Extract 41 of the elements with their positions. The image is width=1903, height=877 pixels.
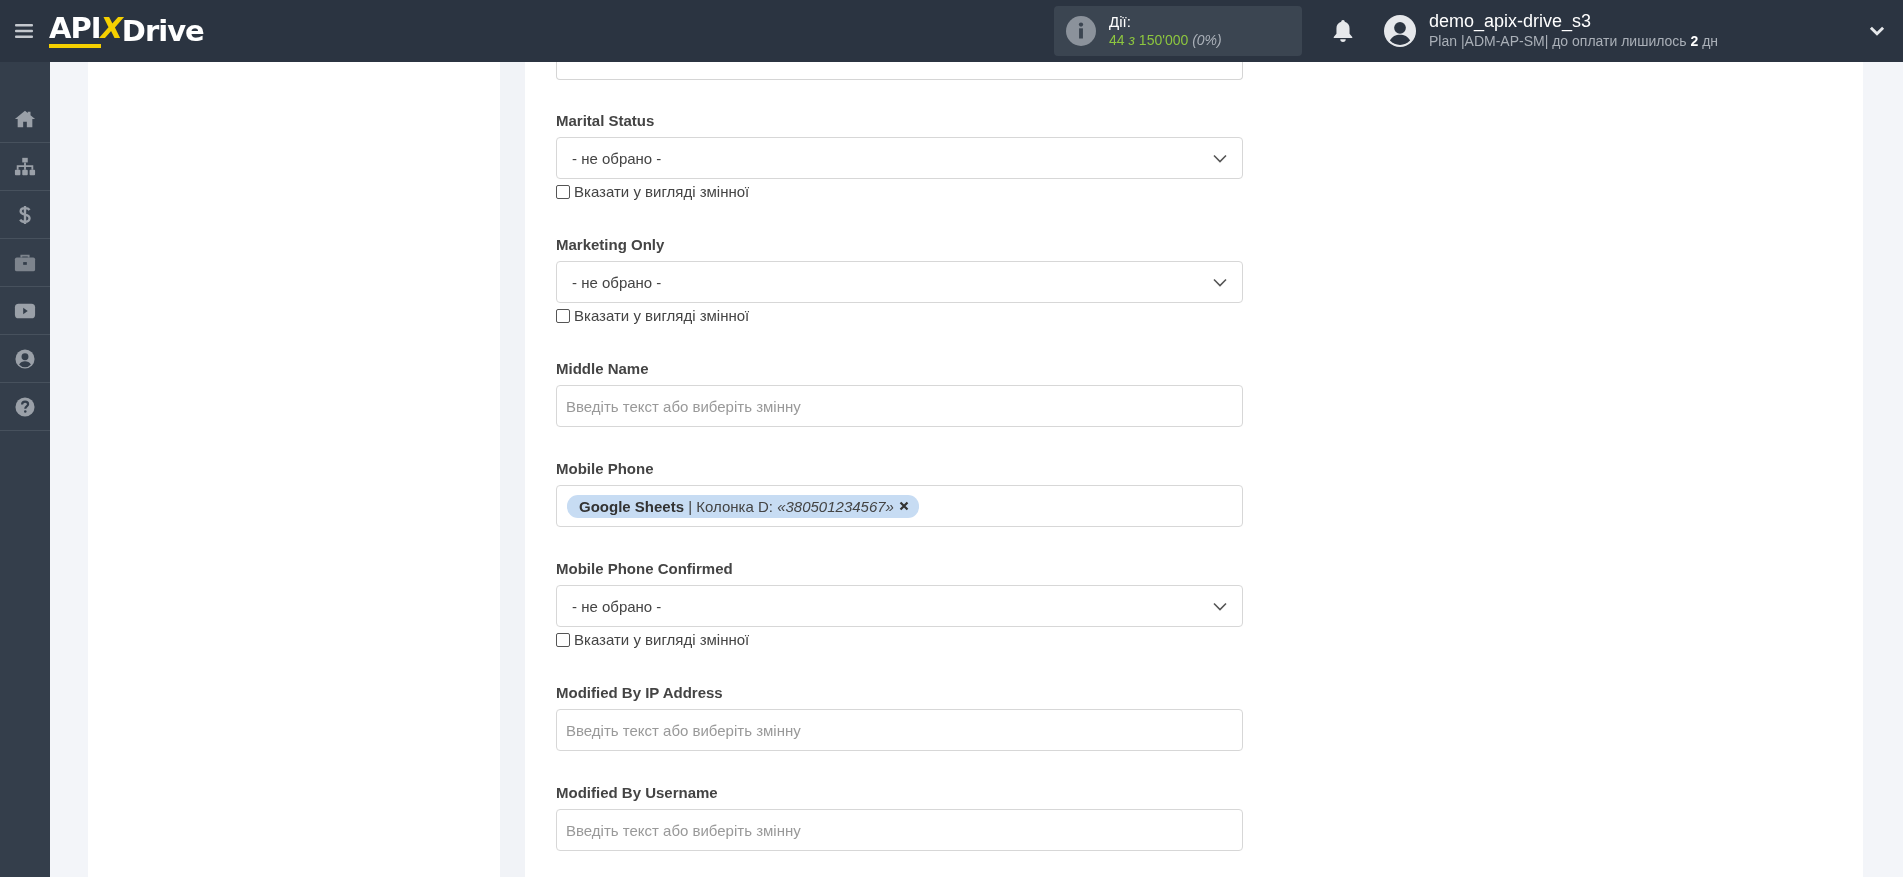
input-field[interactable]: Google Sheets | Колонка D: «380501234567» — [556, 485, 1243, 527]
caret-icon — [1213, 601, 1227, 611]
bell-icon[interactable] — [1332, 19, 1354, 43]
caret-icon — [1213, 277, 1227, 287]
checkbox-label: Вказати у вигляді змінної — [574, 307, 750, 324]
field-label: Modified By IP Address — [556, 684, 724, 701]
info-icon — [1066, 16, 1096, 46]
sitemap-icon[interactable] — [14, 156, 36, 177]
checkbox-label: Вказати у вигляді змінної — [574, 631, 750, 648]
caret-icon — [1213, 153, 1227, 163]
field-label: Marketing Only — [556, 236, 666, 253]
user-circle-icon[interactable] — [14, 348, 36, 369]
select-field[interactable]: - не обрано - — [556, 137, 1243, 179]
actions-count: 44 з 150'000 (0%) — [1109, 31, 1222, 50]
field-label: Marital Status — [556, 112, 656, 129]
select-field[interactable]: - не обрано - — [556, 261, 1243, 303]
input-field[interactable]: Введіть текст або виберіть змінну — [556, 385, 1243, 427]
actions-label: Дії: — [1109, 12, 1132, 31]
variable-tag: Google Sheets | Колонка D: «380501234567» — [567, 494, 919, 518]
user-name[interactable]: demo_apix-drive_s3 — [1429, 11, 1869, 31]
field-label: Middle Name — [556, 360, 650, 377]
logo[interactable]: APIXDrive — [49, 14, 204, 48]
select-field[interactable]: - не обрано - — [556, 585, 1243, 627]
checkbox[interactable] — [556, 184, 570, 199]
remove-icon[interactable] — [898, 501, 909, 511]
plan-info: Plan |ADM-AP-SM| до оплати лишилось 2 дн — [1429, 32, 1720, 51]
chevron-down-icon[interactable] — [1869, 26, 1885, 36]
checkbox[interactable] — [556, 308, 570, 323]
input-field[interactable] — [556, 62, 1243, 80]
checkbox[interactable] — [556, 632, 570, 647]
input-field[interactable]: Введіть текст або виберіть змінну — [556, 809, 1243, 851]
field-label: Modified By Username — [556, 784, 719, 801]
briefcase-icon[interactable] — [14, 252, 36, 273]
field-label: Mobile Phone — [556, 460, 655, 477]
help-icon[interactable] — [14, 396, 36, 417]
menu-icon[interactable] — [15, 24, 33, 38]
checkbox-label: Вказати у вигляді змінної — [574, 183, 750, 200]
avatar-icon[interactable] — [1384, 15, 1416, 47]
field-label: Mobile Phone Confirmed — [556, 560, 734, 577]
input-field[interactable]: Введіть текст або виберіть змінну — [556, 709, 1243, 751]
home-icon[interactable] — [14, 108, 36, 129]
